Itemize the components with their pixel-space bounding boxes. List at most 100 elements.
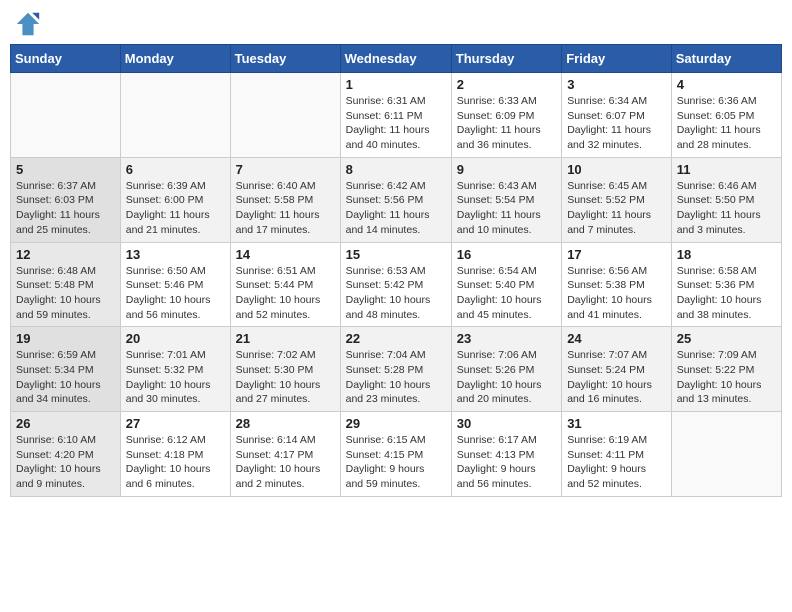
day-cell: 11 Sunrise: 6:46 AM Sunset: 5:50 PM Dayli… xyxy=(671,157,781,242)
day-number: 31 xyxy=(567,416,666,431)
day-cell xyxy=(671,412,781,497)
day-info: Sunrise: 6:17 AM Sunset: 4:13 PM Dayligh… xyxy=(457,433,556,492)
day-info: Sunrise: 7:09 AM Sunset: 5:22 PM Dayligh… xyxy=(677,348,776,407)
day-number: 18 xyxy=(677,247,776,262)
day-info: Sunrise: 6:15 AM Sunset: 4:15 PM Dayligh… xyxy=(346,433,446,492)
header-wednesday: Wednesday xyxy=(340,45,451,73)
day-info: Sunrise: 6:46 AM Sunset: 5:50 PM Dayligh… xyxy=(677,179,776,238)
day-cell: 16 Sunrise: 6:54 AM Sunset: 5:40 PM Dayli… xyxy=(451,242,561,327)
day-info: Sunrise: 6:14 AM Sunset: 4:17 PM Dayligh… xyxy=(236,433,335,492)
day-cell: 10 Sunrise: 6:45 AM Sunset: 5:52 PM Dayli… xyxy=(562,157,672,242)
day-cell: 15 Sunrise: 6:53 AM Sunset: 5:42 PM Dayli… xyxy=(340,242,451,327)
day-info: Sunrise: 6:48 AM Sunset: 5:48 PM Dayligh… xyxy=(16,264,115,323)
day-cell: 5 Sunrise: 6:37 AM Sunset: 6:03 PM Daylig… xyxy=(11,157,121,242)
day-number: 7 xyxy=(236,162,335,177)
day-cell: 18 Sunrise: 6:58 AM Sunset: 5:36 PM Dayli… xyxy=(671,242,781,327)
day-cell: 7Sunrise: 6:40 AM Sunset: 5:58 PM Daylig… xyxy=(230,157,340,242)
week-row-5: 26 Sunrise: 6:10 AM Sunset: 4:20 PM Dayli… xyxy=(11,412,782,497)
day-number: 1 xyxy=(346,77,446,92)
day-number: 20 xyxy=(126,331,225,346)
day-info: Sunrise: 6:37 AM Sunset: 6:03 PM Dayligh… xyxy=(16,179,115,238)
day-info: Sunrise: 7:07 AM Sunset: 5:24 PM Dayligh… xyxy=(567,348,666,407)
day-cell: 23Sunrise: 7:06 AM Sunset: 5:26 PM Dayli… xyxy=(451,327,561,412)
day-cell: 28Sunrise: 6:14 AM Sunset: 4:17 PM Dayli… xyxy=(230,412,340,497)
day-number: 8 xyxy=(346,162,446,177)
day-info: Sunrise: 6:59 AM Sunset: 5:34 PM Dayligh… xyxy=(16,348,115,407)
day-number: 12 xyxy=(16,247,115,262)
day-info: Sunrise: 6:36 AM Sunset: 6:05 PM Dayligh… xyxy=(677,94,776,153)
day-info: Sunrise: 6:51 AM Sunset: 5:44 PM Dayligh… xyxy=(236,264,335,323)
day-cell: 17Sunrise: 6:56 AM Sunset: 5:38 PM Dayli… xyxy=(562,242,672,327)
header-thursday: Thursday xyxy=(451,45,561,73)
day-info: Sunrise: 6:31 AM Sunset: 6:11 PM Dayligh… xyxy=(346,94,446,153)
day-number: 13 xyxy=(126,247,225,262)
day-number: 9 xyxy=(457,162,556,177)
day-info: Sunrise: 6:34 AM Sunset: 6:07 PM Dayligh… xyxy=(567,94,666,153)
day-info: Sunrise: 6:43 AM Sunset: 5:54 PM Dayligh… xyxy=(457,179,556,238)
day-cell: 2 Sunrise: 6:33 AM Sunset: 6:09 PM Daylig… xyxy=(451,73,561,158)
day-cell: 19 Sunrise: 6:59 AM Sunset: 5:34 PM Dayli… xyxy=(11,327,121,412)
day-info: Sunrise: 6:12 AM Sunset: 4:18 PM Dayligh… xyxy=(126,433,225,492)
day-info: Sunrise: 7:04 AM Sunset: 5:28 PM Dayligh… xyxy=(346,348,446,407)
day-cell: 3 Sunrise: 6:34 AM Sunset: 6:07 PM Daylig… xyxy=(562,73,672,158)
day-info: Sunrise: 7:02 AM Sunset: 5:30 PM Dayligh… xyxy=(236,348,335,407)
day-info: Sunrise: 6:19 AM Sunset: 4:11 PM Dayligh… xyxy=(567,433,666,492)
day-cell: 27Sunrise: 6:12 AM Sunset: 4:18 PM Dayli… xyxy=(120,412,230,497)
day-cell: 4 Sunrise: 6:36 AM Sunset: 6:05 PM Daylig… xyxy=(671,73,781,158)
day-number: 23 xyxy=(457,331,556,346)
logo-icon xyxy=(14,10,42,38)
day-cell: 14 Sunrise: 6:51 AM Sunset: 5:44 PM Dayli… xyxy=(230,242,340,327)
day-info: Sunrise: 6:54 AM Sunset: 5:40 PM Dayligh… xyxy=(457,264,556,323)
day-cell: 30 Sunrise: 6:17 AM Sunset: 4:13 PM Dayli… xyxy=(451,412,561,497)
day-number: 11 xyxy=(677,162,776,177)
day-cell: 13Sunrise: 6:50 AM Sunset: 5:46 PM Dayli… xyxy=(120,242,230,327)
day-number: 5 xyxy=(16,162,115,177)
day-info: Sunrise: 6:58 AM Sunset: 5:36 PM Dayligh… xyxy=(677,264,776,323)
day-info: Sunrise: 6:39 AM Sunset: 6:00 PM Dayligh… xyxy=(126,179,225,238)
day-number: 4 xyxy=(677,77,776,92)
day-info: Sunrise: 6:53 AM Sunset: 5:42 PM Dayligh… xyxy=(346,264,446,323)
day-cell: 24 Sunrise: 7:07 AM Sunset: 5:24 PM Dayli… xyxy=(562,327,672,412)
day-info: Sunrise: 6:42 AM Sunset: 5:56 PM Dayligh… xyxy=(346,179,446,238)
calendar-header-row: SundayMondayTuesdayWednesdayThursdayFrid… xyxy=(11,45,782,73)
page-header xyxy=(10,10,782,38)
day-info: Sunrise: 6:10 AM Sunset: 4:20 PM Dayligh… xyxy=(16,433,115,492)
day-info: Sunrise: 6:33 AM Sunset: 6:09 PM Dayligh… xyxy=(457,94,556,153)
day-number: 29 xyxy=(346,416,446,431)
day-number: 14 xyxy=(236,247,335,262)
day-cell xyxy=(230,73,340,158)
day-number: 22 xyxy=(346,331,446,346)
day-number: 6 xyxy=(126,162,225,177)
header-tuesday: Tuesday xyxy=(230,45,340,73)
day-number: 3 xyxy=(567,77,666,92)
day-number: 19 xyxy=(16,331,115,346)
day-cell: 9 Sunrise: 6:43 AM Sunset: 5:54 PM Daylig… xyxy=(451,157,561,242)
week-row-2: 5 Sunrise: 6:37 AM Sunset: 6:03 PM Daylig… xyxy=(11,157,782,242)
day-info: Sunrise: 7:01 AM Sunset: 5:32 PM Dayligh… xyxy=(126,348,225,407)
day-info: Sunrise: 6:56 AM Sunset: 5:38 PM Dayligh… xyxy=(567,264,666,323)
day-number: 30 xyxy=(457,416,556,431)
week-row-4: 19 Sunrise: 6:59 AM Sunset: 5:34 PM Dayli… xyxy=(11,327,782,412)
day-info: Sunrise: 6:45 AM Sunset: 5:52 PM Dayligh… xyxy=(567,179,666,238)
day-cell: 6 Sunrise: 6:39 AM Sunset: 6:00 PM Daylig… xyxy=(120,157,230,242)
day-cell: 21Sunrise: 7:02 AM Sunset: 5:30 PM Dayli… xyxy=(230,327,340,412)
day-number: 2 xyxy=(457,77,556,92)
day-cell xyxy=(11,73,121,158)
week-row-3: 12 Sunrise: 6:48 AM Sunset: 5:48 PM Dayli… xyxy=(11,242,782,327)
day-cell: 26 Sunrise: 6:10 AM Sunset: 4:20 PM Dayli… xyxy=(11,412,121,497)
day-cell: 22 Sunrise: 7:04 AM Sunset: 5:28 PM Dayli… xyxy=(340,327,451,412)
day-number: 16 xyxy=(457,247,556,262)
day-number: 15 xyxy=(346,247,446,262)
day-cell: 31 Sunrise: 6:19 AM Sunset: 4:11 PM Dayli… xyxy=(562,412,672,497)
day-cell: 25Sunrise: 7:09 AM Sunset: 5:22 PM Dayli… xyxy=(671,327,781,412)
header-friday: Friday xyxy=(562,45,672,73)
header-monday: Monday xyxy=(120,45,230,73)
day-number: 26 xyxy=(16,416,115,431)
day-number: 24 xyxy=(567,331,666,346)
day-cell xyxy=(120,73,230,158)
week-row-1: 1 Sunrise: 6:31 AM Sunset: 6:11 PM Daylig… xyxy=(11,73,782,158)
header-saturday: Saturday xyxy=(671,45,781,73)
day-cell: 1 Sunrise: 6:31 AM Sunset: 6:11 PM Daylig… xyxy=(340,73,451,158)
calendar-table: SundayMondayTuesdayWednesdayThursdayFrid… xyxy=(10,44,782,497)
day-number: 10 xyxy=(567,162,666,177)
